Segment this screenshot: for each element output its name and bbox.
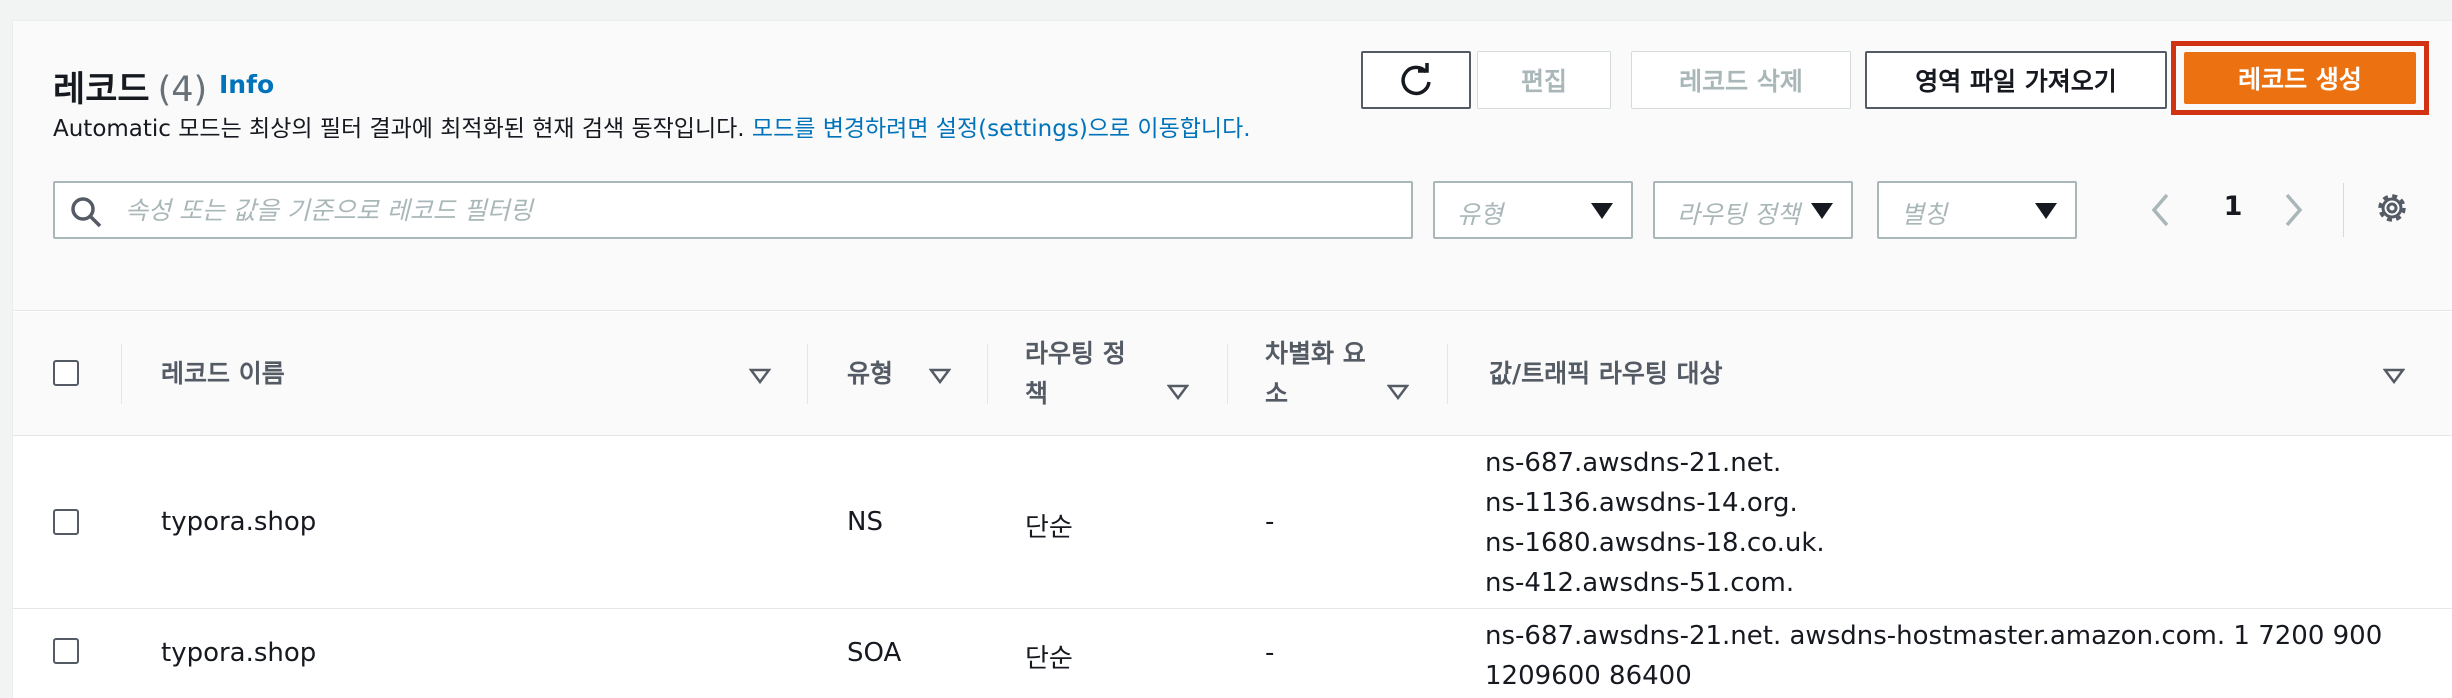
record-filter-search <box>53 181 1413 239</box>
sort-icon[interactable] <box>1166 384 1190 404</box>
pager-divider <box>2343 183 2344 237</box>
column-label-line2: 책 <box>1025 379 1049 408</box>
refresh-button[interactable] <box>1361 51 1471 109</box>
import-zone-file-button[interactable]: 영역 파일 가져오기 <box>1865 51 2167 109</box>
sort-icon[interactable] <box>2382 368 2406 388</box>
column-divider <box>987 344 988 404</box>
type-filter-select[interactable]: 유형 <box>1433 181 1633 239</box>
value-line: 1209600 86400 <box>1485 661 1692 691</box>
caret-down-icon <box>2035 203 2057 219</box>
value-line: ns-1136.awsdns-14.org. <box>1485 488 1798 518</box>
title-text: 레코드 <box>53 70 150 110</box>
column-divider <box>1227 344 1228 404</box>
records-panel: 레코드 (4) Info Automatic 모드는 최상의 필터 결과에 최적화… <box>12 20 2452 698</box>
settings-link[interactable]: 모드를 변경하려면 설정(settings)으로 이동합니다. <box>752 116 1251 142</box>
type-filter-placeholder: 유형 <box>1457 200 1504 229</box>
value-cell: ns-687.awsdns-21.net. ns-1136.awsdns-14.… <box>1485 443 1825 603</box>
alias-filter-select[interactable]: 별칭 <box>1877 181 2077 239</box>
delete-record-button[interactable]: 레코드 삭제 <box>1631 51 1851 109</box>
column-label-line1: 라우팅 정 <box>1025 339 1126 368</box>
current-page-number[interactable]: 1 <box>2213 191 2253 222</box>
search-icon <box>69 195 103 233</box>
create-record-highlight: 레코드 생성 <box>2171 41 2429 115</box>
column-header-differentiator[interactable]: 차별화 요소 <box>1265 334 1366 414</box>
row-checkbox[interactable] <box>53 638 79 664</box>
value-cell: ns-687.awsdns-21.net. awsdns-hostmaster.… <box>1485 616 2382 696</box>
column-header-value[interactable]: 값/트래픽 라우팅 대상 <box>1489 354 1723 394</box>
refresh-icon <box>1401 63 1431 96</box>
caret-down-icon <box>1811 203 1833 219</box>
routing-policy-cell: 단순 <box>1025 644 1073 674</box>
value-line: ns-412.awsdns-51.com. <box>1485 568 1795 598</box>
value-line: ns-1680.awsdns-18.co.uk. <box>1485 528 1825 558</box>
sort-icon[interactable] <box>748 368 772 388</box>
routing-policy-cell: 단순 <box>1025 513 1073 543</box>
record-name-cell: typora.shop <box>161 638 317 668</box>
value-line: ns-687.awsdns-21.net. awsdns-hostmaster.… <box>1485 621 2383 651</box>
column-label-line2: 소 <box>1265 379 1289 408</box>
records-header: 레코드 (4) Info Automatic 모드는 최상의 필터 결과에 최적화… <box>13 21 2452 311</box>
select-all-checkbox[interactable] <box>53 360 79 386</box>
search-input[interactable] <box>125 183 1385 237</box>
record-name-cell: typora.shop <box>161 507 317 537</box>
search-mode-description: Automatic 모드는 최상의 필터 결과에 최적화된 현재 검색 동작입니… <box>53 109 1251 143</box>
record-count: (4) <box>157 70 208 110</box>
column-label: 값/트래픽 라우팅 대상 <box>1489 359 1723 388</box>
info-link[interactable]: Info <box>219 70 274 99</box>
routing-policy-filter-select[interactable]: 라우팅 정책 <box>1653 181 1853 239</box>
create-record-button[interactable]: 레코드 생성 <box>2184 52 2416 104</box>
column-label: 레코드 이름 <box>161 359 285 388</box>
column-divider <box>1447 344 1448 404</box>
alias-filter-placeholder: 별칭 <box>1901 200 1948 229</box>
differentiator-cell: - <box>1265 638 1275 668</box>
sort-icon[interactable] <box>1386 384 1410 404</box>
column-label: 유형 <box>847 359 894 388</box>
edit-button[interactable]: 편집 <box>1477 51 1611 109</box>
row-checkbox[interactable] <box>53 509 79 535</box>
previous-page-icon[interactable] <box>2149 191 2173 233</box>
column-header-routing-policy[interactable]: 라우팅 정책 <box>1025 334 1126 414</box>
next-page-icon[interactable] <box>2281 191 2305 233</box>
sort-icon[interactable] <box>928 368 952 388</box>
column-divider <box>807 344 808 404</box>
page-title: 레코드 (4) <box>53 61 207 112</box>
column-header-type[interactable]: 유형 <box>847 354 893 394</box>
table-header: 레코드 이름 유형 라우팅 정책 차별화 요소 값/트래픽 라우팅 대상 <box>13 312 2452 436</box>
differentiator-cell: - <box>1265 507 1275 537</box>
column-label-line1: 차별화 요 <box>1265 339 1366 368</box>
column-divider <box>121 344 122 404</box>
caret-down-icon <box>1591 203 1613 219</box>
gear-icon[interactable] <box>2373 189 2411 231</box>
record-type-cell: SOA <box>847 638 902 668</box>
table-row[interactable]: typora.shop SOA 단순 - ns-687.awsdns-21.ne… <box>13 610 2452 698</box>
record-type-cell: NS <box>847 507 883 537</box>
policy-filter-placeholder: 라우팅 정책 <box>1677 200 1800 229</box>
description-text: Automatic 모드는 최상의 필터 결과에 최적화된 현재 검색 동작입니… <box>53 116 745 142</box>
column-header-record-name[interactable]: 레코드 이름 <box>161 354 285 394</box>
value-line: ns-687.awsdns-21.net. <box>1485 448 1782 478</box>
table-row[interactable]: typora.shop NS 단순 - ns-687.awsdns-21.net… <box>13 437 2452 609</box>
